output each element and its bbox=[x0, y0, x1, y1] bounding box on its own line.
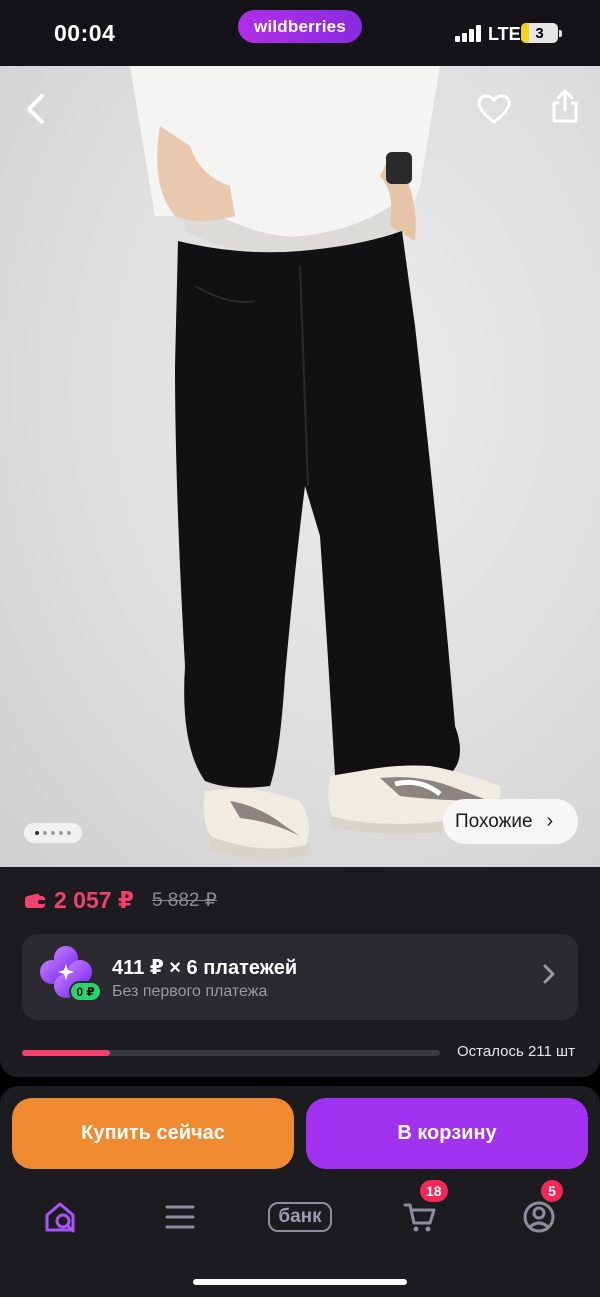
favorite-button[interactable] bbox=[476, 93, 512, 125]
pager-dot-active bbox=[35, 831, 39, 835]
tab-home[interactable] bbox=[31, 1194, 91, 1240]
status-time: 00:04 bbox=[54, 20, 116, 46]
current-price: 2 057 ₽ bbox=[54, 887, 134, 913]
chevron-right-icon: › bbox=[546, 810, 554, 832]
bottom-actions: Купить сейчас В корзину банк 18 5 bbox=[0, 1086, 600, 1297]
pager-dot bbox=[43, 831, 47, 835]
stock-progress-fill bbox=[22, 1050, 110, 1056]
share-button[interactable] bbox=[551, 88, 579, 124]
cart-badge: 18 bbox=[418, 1178, 450, 1204]
wallet-icon bbox=[25, 893, 45, 908]
chevron-left-icon bbox=[27, 94, 44, 124]
zero-ruble-badge: 0 ₽ bbox=[69, 981, 102, 1002]
pager-dot bbox=[67, 831, 71, 835]
image-pager[interactable] bbox=[24, 823, 82, 843]
similar-button[interactable]: Похожие › bbox=[443, 799, 578, 844]
battery-icon: 3 bbox=[521, 23, 562, 43]
old-price: 5 882 ₽ bbox=[151, 890, 217, 911]
tab-catalog[interactable] bbox=[150, 1194, 210, 1240]
signal-icon bbox=[455, 24, 483, 42]
installment-card[interactable]: 0 ₽ 411 ₽ × 6 платежей Без первого плате… bbox=[22, 934, 578, 1020]
product-info-panel: 2 057 ₽ 5 882 ₽ 0 ₽ 411 ₽ × 6 платежей Б… bbox=[0, 867, 600, 1077]
pager-dot bbox=[59, 831, 63, 835]
bank-label: банк bbox=[268, 1202, 332, 1232]
similar-button-label: Похожие bbox=[455, 810, 533, 832]
stock-remaining: Осталось 211 шт bbox=[457, 1043, 575, 1060]
buy-now-button[interactable]: Купить сейчас bbox=[12, 1098, 294, 1169]
cart-icon bbox=[403, 1203, 436, 1232]
chevron-right-icon bbox=[543, 964, 555, 984]
tab-bank[interactable]: банк bbox=[262, 1194, 338, 1240]
heart-icon bbox=[477, 94, 511, 124]
back-button[interactable] bbox=[22, 92, 50, 126]
installment-title: 411 ₽ × 6 платежей bbox=[112, 957, 298, 979]
installment-subtitle: Без первого платежа bbox=[112, 983, 268, 1000]
tab-profile[interactable]: 5 bbox=[509, 1178, 569, 1240]
share-icon bbox=[552, 89, 578, 123]
profile-icon bbox=[523, 1201, 555, 1233]
battery-level: 3 bbox=[535, 24, 544, 42]
tab-cart[interactable]: 18 bbox=[390, 1178, 450, 1240]
status-bar: 00:04 wildberries LTE 3 bbox=[0, 0, 600, 66]
home-indicator[interactable] bbox=[193, 1279, 407, 1285]
home-search-icon bbox=[45, 1202, 75, 1233]
add-to-cart-button[interactable]: В корзину bbox=[306, 1098, 588, 1169]
stock-progress-bar bbox=[22, 1050, 440, 1056]
pager-dot bbox=[51, 831, 55, 835]
brand-logo[interactable]: wildberries bbox=[238, 10, 362, 43]
price-row: 2 057 ₽ 5 882 ₽ bbox=[24, 887, 217, 914]
product-photo[interactable]: Похожие › bbox=[0, 66, 600, 867]
product-photo-illustration bbox=[130, 66, 502, 860]
network-type: LTE bbox=[488, 24, 521, 44]
menu-icon bbox=[165, 1205, 195, 1229]
profile-badge: 5 bbox=[539, 1178, 565, 1204]
